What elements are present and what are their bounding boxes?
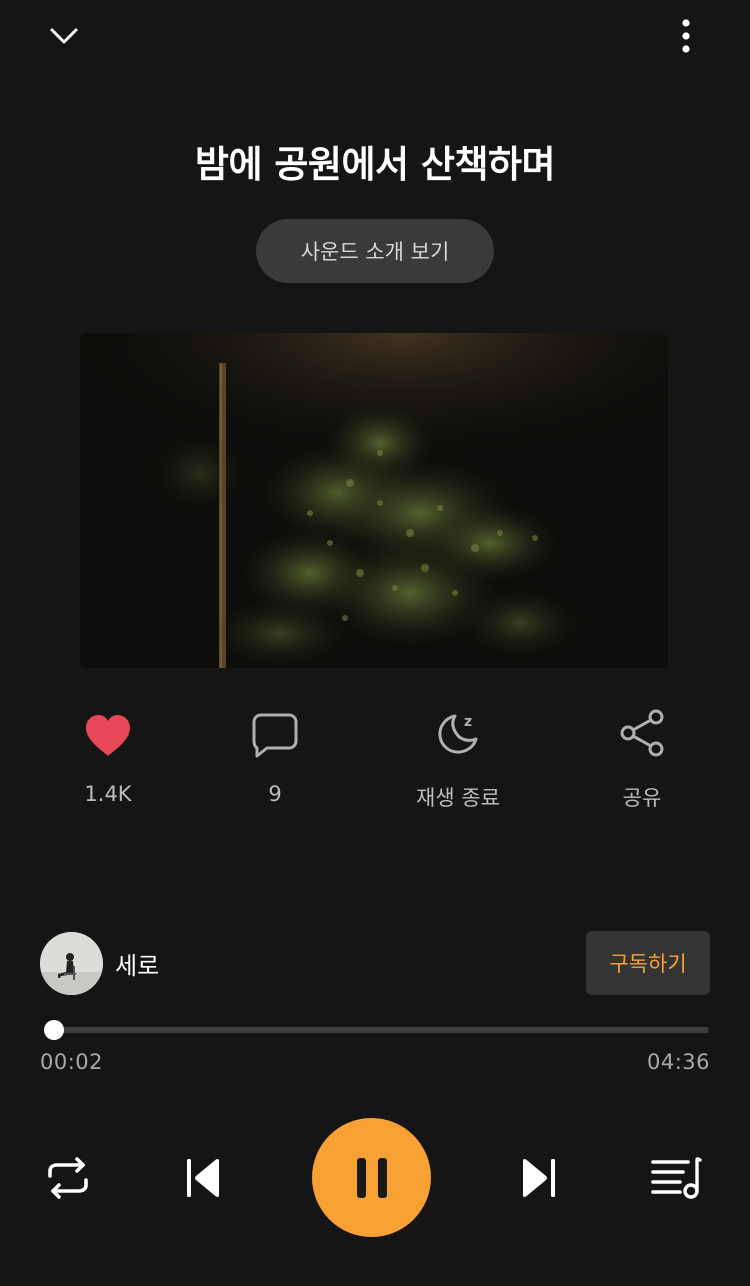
- subscribe-button[interactable]: 구독하기: [586, 931, 710, 995]
- chevron-down-icon: [50, 28, 78, 44]
- more-vertical-icon: [682, 19, 690, 53]
- night-park-artwork: [80, 333, 668, 668]
- progress-bar[interactable]: [43, 1020, 709, 1040]
- playlist-button[interactable]: [648, 1150, 706, 1206]
- avatar-image: [40, 932, 103, 995]
- current-time: 00:02: [40, 1050, 104, 1074]
- collapse-button[interactable]: [40, 18, 88, 54]
- share-label: 공유: [622, 786, 662, 810]
- artist-name[interactable]: 세로: [115, 946, 159, 981]
- comment-action[interactable]: 9: [195, 706, 355, 806]
- repeat-button[interactable]: [40, 1150, 96, 1206]
- next-button[interactable]: [510, 1150, 566, 1206]
- comment-icon: [252, 713, 298, 758]
- track-artwork: [80, 333, 668, 668]
- like-count: 1.4K: [84, 782, 132, 806]
- previous-icon: [187, 1159, 219, 1197]
- like-action[interactable]: 1.4K: [28, 706, 188, 806]
- next-icon: [523, 1159, 555, 1197]
- heart-icon: [86, 715, 130, 756]
- playlist-icon: [651, 1157, 702, 1199]
- track-title: 밤에 공원에서 산책하며: [194, 143, 556, 186]
- pause-button[interactable]: [312, 1118, 431, 1237]
- previous-button[interactable]: [176, 1150, 232, 1206]
- sleep-timer-action[interactable]: z 재생 종료: [378, 706, 538, 812]
- share-action[interactable]: 공유: [562, 706, 722, 812]
- sleep-timer-label: 재생 종료: [416, 786, 500, 810]
- progress-thumb[interactable]: [43, 1020, 64, 1040]
- artist-avatar[interactable]: [40, 932, 103, 995]
- comment-count: 9: [268, 782, 282, 806]
- pause-icon: [356, 1157, 387, 1198]
- total-time: 04:36: [646, 1050, 710, 1074]
- repeat-icon: [48, 1157, 88, 1199]
- more-menu-button[interactable]: [666, 14, 706, 58]
- share-icon: [620, 709, 664, 757]
- moon-sleep-icon: z: [438, 714, 478, 754]
- sound-intro-button[interactable]: 사운드 소개 보기: [256, 219, 494, 283]
- svg-text:z: z: [464, 714, 472, 730]
